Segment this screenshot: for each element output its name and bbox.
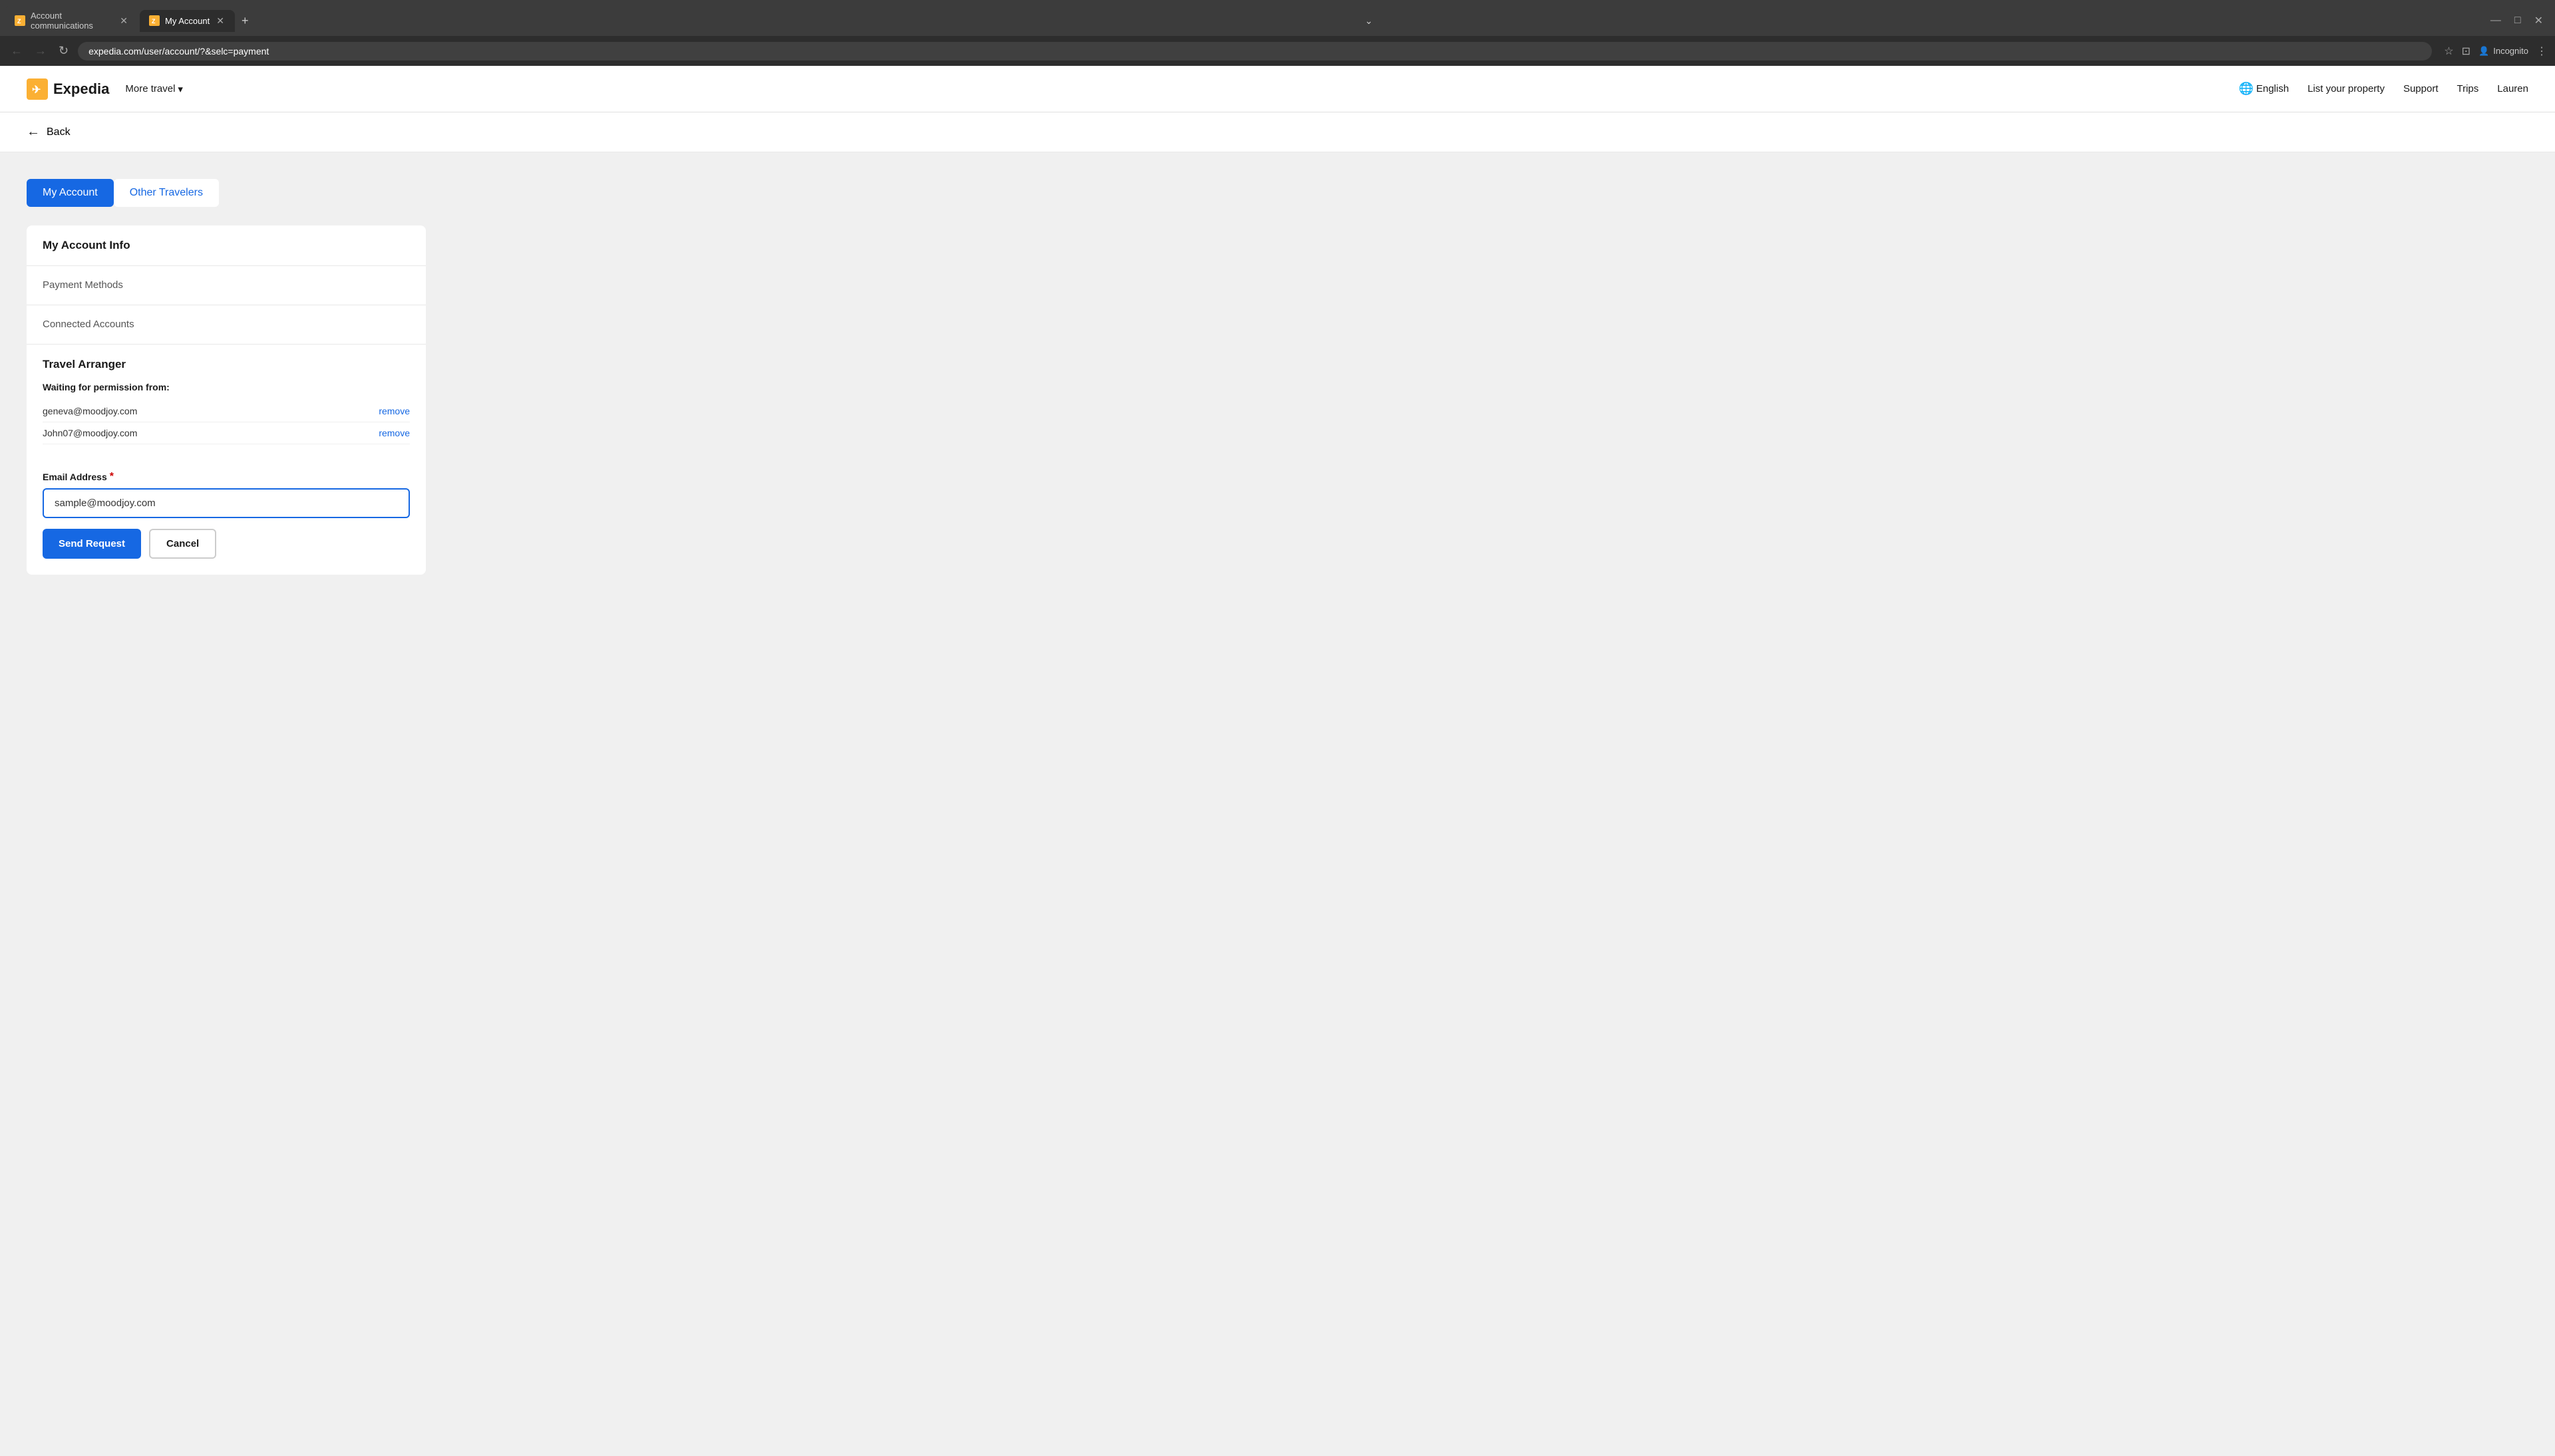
- remove-link-1[interactable]: remove: [379, 406, 410, 416]
- tab-my-account[interactable]: Z My Account ✕: [140, 10, 235, 32]
- logo[interactable]: ✈ Expedia: [27, 78, 109, 100]
- site-header: ✈ Expedia More travel ▾ 🌐 English List y…: [0, 66, 2555, 112]
- account-card: My Account Info Payment Methods Connecte…: [27, 225, 426, 575]
- browser-chrome: Z Account communications ✕ Z My Account …: [0, 0, 2555, 66]
- globe-icon: 🌐: [2238, 82, 2253, 96]
- form-buttons: Send Request Cancel: [43, 529, 410, 559]
- left-column: My Account Other Travelers My Account In…: [27, 179, 426, 1429]
- email-row-2: John07@moodjoy.com remove: [43, 422, 410, 444]
- incognito-icon: 👤: [2478, 46, 2489, 57]
- close-button[interactable]: ✕: [2528, 13, 2550, 29]
- reload-button[interactable]: ↻: [56, 41, 71, 61]
- trips-nav[interactable]: Trips: [2457, 83, 2479, 94]
- tab-1-close[interactable]: ✕: [118, 15, 129, 27]
- reader-mode-button[interactable]: ⊡: [2462, 45, 2470, 58]
- content-area: My Account Other Travelers My Account In…: [0, 152, 2555, 1456]
- email-row-1: geneva@moodjoy.com remove: [43, 400, 410, 422]
- language-label: English: [2256, 83, 2289, 94]
- waiting-label: Waiting for permission from:: [43, 382, 410, 392]
- incognito-badge: 👤 Incognito: [2478, 46, 2528, 57]
- more-travel-nav[interactable]: More travel ▾: [125, 83, 183, 95]
- bookmark-button[interactable]: ☆: [2444, 45, 2453, 58]
- svg-text:✈: ✈: [32, 84, 41, 96]
- tab-bar: Z Account communications ✕ Z My Account …: [0, 0, 2555, 36]
- list-property-nav[interactable]: List your property: [2307, 83, 2385, 94]
- support-nav[interactable]: Support: [2403, 83, 2439, 94]
- more-travel-label: More travel: [125, 83, 175, 94]
- header-right: 🌐 English List your property Support Tri…: [2238, 82, 2528, 96]
- tabs-row: My Account Other Travelers: [27, 179, 426, 207]
- list-property-label: List your property: [2307, 83, 2385, 94]
- language-nav[interactable]: 🌐 English: [2238, 82, 2289, 96]
- browser-actions: ☆ ⊡ 👤 Incognito ⋮: [2444, 45, 2547, 58]
- account-info-section: My Account Info: [27, 225, 426, 266]
- incognito-label: Incognito: [2493, 46, 2528, 56]
- remove-link-2[interactable]: remove: [379, 428, 410, 438]
- email-input-label: Email Address *: [43, 471, 410, 483]
- new-tab-button[interactable]: +: [236, 11, 254, 31]
- tab-account-communications[interactable]: Z Account communications ✕: [5, 5, 138, 36]
- support-label: Support: [2403, 83, 2439, 94]
- address-bar-row: ← → ↻ ☆ ⊡ 👤 Incognito ⋮: [0, 36, 2555, 66]
- my-account-tab[interactable]: My Account: [27, 179, 114, 207]
- travel-arranger-section: Travel Arranger Waiting for permission f…: [27, 345, 426, 458]
- forward-nav-button[interactable]: →: [32, 41, 49, 61]
- travel-arranger-title: Travel Arranger: [43, 358, 410, 371]
- send-request-button[interactable]: Send Request: [43, 529, 141, 559]
- connected-accounts-section[interactable]: Connected Accounts: [27, 305, 426, 345]
- tab-icon-1: Z: [15, 15, 25, 26]
- email-address-1: geneva@moodjoy.com: [43, 406, 137, 416]
- email-address-2: John07@moodjoy.com: [43, 428, 137, 438]
- connected-accounts-link[interactable]: Connected Accounts: [43, 317, 134, 331]
- trips-label: Trips: [2457, 83, 2479, 94]
- other-travelers-tab[interactable]: Other Travelers: [114, 179, 219, 207]
- cancel-button[interactable]: Cancel: [149, 529, 216, 559]
- svg-text:Z: Z: [152, 18, 156, 24]
- menu-button[interactable]: ⋮: [2536, 45, 2547, 58]
- page: ✈ Expedia More travel ▾ 🌐 English List y…: [0, 66, 2555, 1456]
- back-bar: ← Back: [0, 112, 2555, 152]
- email-input-section: Email Address * Send Request Cancel: [27, 458, 426, 575]
- minimize-button[interactable]: —: [2484, 13, 2508, 29]
- address-bar-input[interactable]: [78, 42, 2432, 61]
- logo-text: Expedia: [53, 80, 109, 98]
- back-arrow-icon[interactable]: ←: [27, 124, 40, 140]
- tab-2-close[interactable]: ✕: [215, 15, 226, 27]
- required-star: *: [110, 471, 114, 483]
- back-label: Back: [47, 126, 71, 138]
- chevron-down-icon: ▾: [178, 83, 183, 95]
- email-label-text: Email Address: [43, 472, 107, 482]
- account-info-title: My Account Info: [43, 239, 410, 252]
- email-address-input[interactable]: [43, 488, 410, 518]
- payment-methods-section[interactable]: Payment Methods: [27, 266, 426, 305]
- payment-methods-link[interactable]: Payment Methods: [43, 278, 123, 292]
- logo-icon: ✈: [27, 78, 48, 100]
- svg-text:Z: Z: [17, 18, 21, 24]
- user-label: Lauren: [2497, 83, 2528, 94]
- tab-1-label: Account communications: [31, 11, 113, 31]
- tab-2-label: My Account: [165, 16, 210, 26]
- maximize-button[interactable]: □: [2508, 13, 2528, 29]
- tab-list-button[interactable]: ⌄: [1365, 15, 1373, 27]
- user-nav[interactable]: Lauren: [2497, 83, 2528, 94]
- tab-icon-2: Z: [149, 15, 160, 26]
- right-column: [452, 179, 2528, 1429]
- window-controls: — □ ✕: [2484, 13, 2550, 29]
- back-nav-button[interactable]: ←: [8, 41, 25, 61]
- tab-extras: ⌄: [1365, 15, 1373, 27]
